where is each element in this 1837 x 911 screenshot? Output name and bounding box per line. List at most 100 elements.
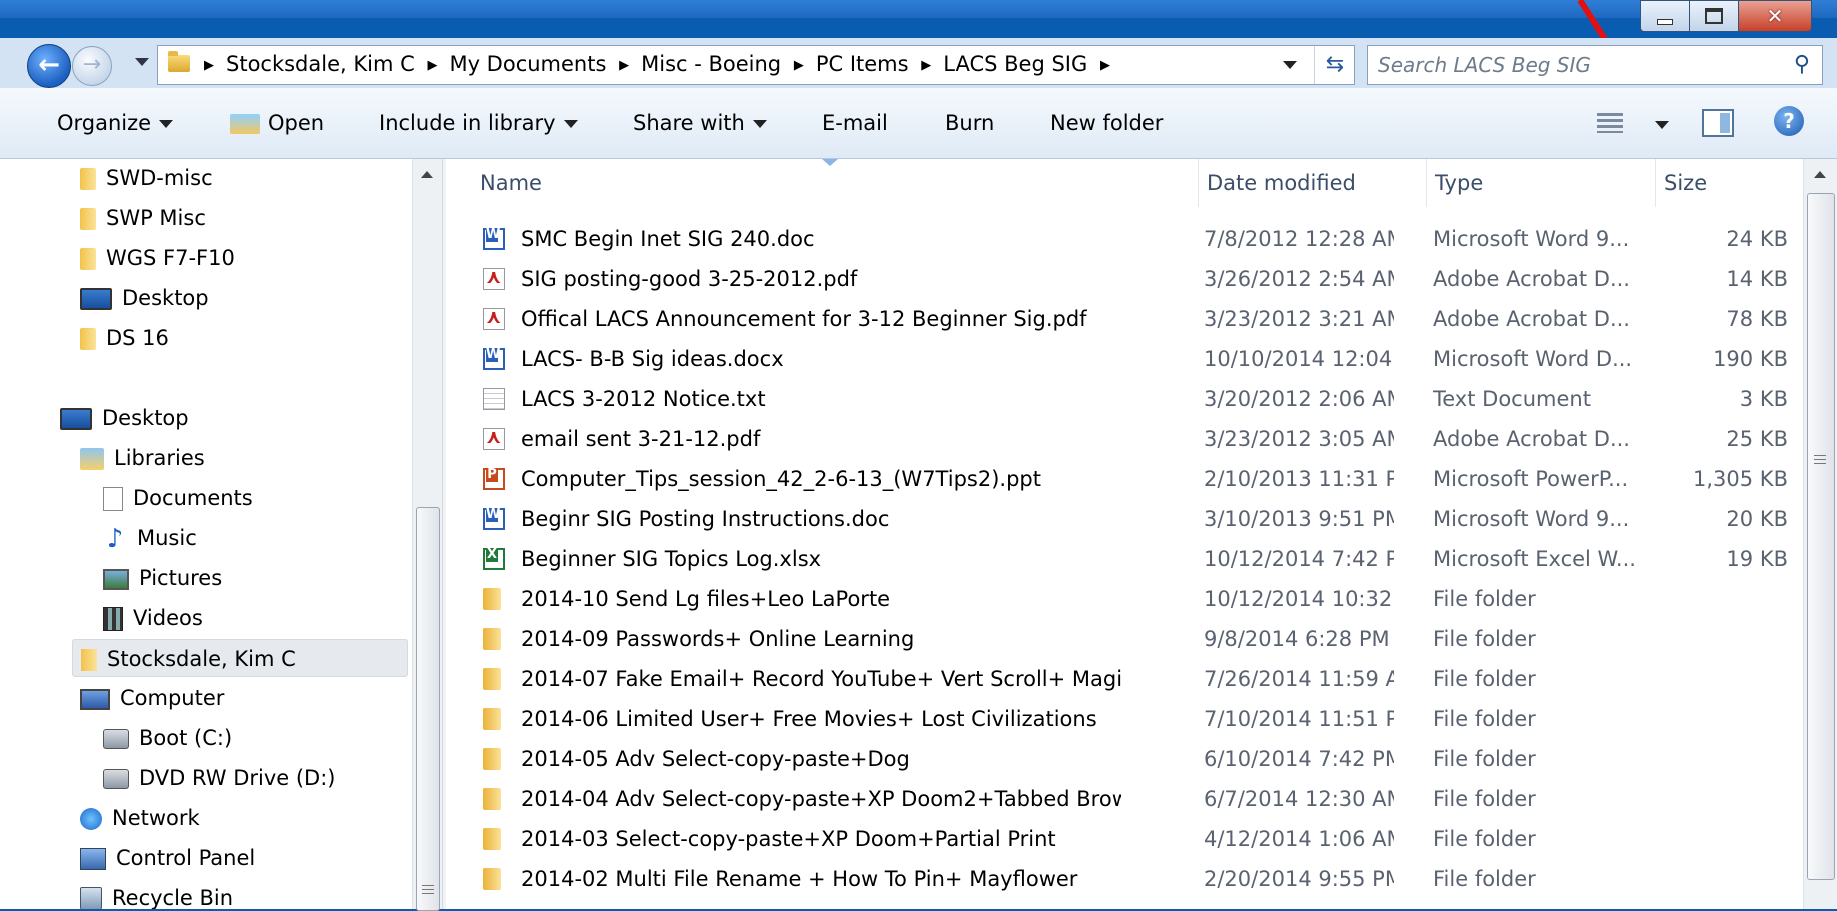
scroll-thumb[interactable] — [416, 507, 440, 911]
column-header-size[interactable]: Size — [1656, 159, 1803, 207]
breadcrumb-item[interactable]: Stocksdale, Kim C — [226, 52, 415, 76]
navigation-pane: SWD-misc SWP Misc WGS F7-F10 Desktop DS … — [0, 159, 412, 909]
scroll-up-icon[interactable] — [1814, 171, 1826, 178]
organize-label: Organize — [57, 111, 152, 135]
file-row[interactable]: Computer_Tips_session_42_2-6-13_(W7Tips2… — [446, 459, 1803, 499]
folder-row[interactable]: 2014-06 Limited User+ Free Movies+ Lost … — [446, 699, 1803, 739]
command-bar: Organize Open Include in library Share w… — [0, 88, 1837, 159]
file-row[interactable]: Beginr SIG Posting Instructions.doc 3/10/… — [446, 499, 1803, 539]
scroll-thumb[interactable] — [1807, 193, 1835, 880]
maximize-button[interactable] — [1689, 0, 1739, 32]
folder-row[interactable]: 2014-07 Fake Email+ Record YouTube+ Vert… — [446, 659, 1803, 699]
preview-pane-icon[interactable] — [1702, 109, 1734, 137]
view-options-dropdown-icon[interactable] — [1655, 121, 1669, 129]
back-button[interactable]: ← — [27, 44, 71, 88]
nav-item[interactable]: Recycle Bin — [80, 879, 233, 909]
address-dropdown-icon[interactable] — [1283, 61, 1297, 69]
sort-indicator-icon — [822, 159, 838, 166]
breadcrumb-separator-icon[interactable]: ▶ — [921, 58, 931, 73]
file-row[interactable]: Offical LACS Announcement for 3-12 Begin… — [446, 299, 1803, 339]
folder-row[interactable]: 2014-04 Adv Select-copy-paste+XP Doom2+T… — [446, 779, 1803, 819]
folder-icon — [483, 708, 501, 730]
file-size: 14 KB — [1726, 267, 1788, 291]
nav-item[interactable]: Desktop — [80, 279, 209, 317]
folder-row[interactable]: 2014-02 Multi File Rename + How To Pin+ … — [446, 859, 1803, 899]
file-list-scrollbar[interactable] — [1803, 159, 1837, 909]
minimize-icon — [1657, 19, 1673, 25]
burn-button[interactable]: Burn — [945, 88, 994, 158]
column-header-date[interactable]: Date modified — [1199, 159, 1427, 207]
folder-row[interactable]: 2014-09 Passwords+ Online Learning 9/8/20… — [446, 619, 1803, 659]
nav-item[interactable]: DS 16 — [80, 319, 169, 357]
nav-item-selected[interactable]: Stocksdale, Kim C — [72, 639, 408, 677]
scroll-grip-icon — [422, 885, 434, 897]
nav-item[interactable]: Network — [80, 799, 200, 837]
breadcrumb-item[interactable]: LACS Beg SIG — [943, 52, 1087, 76]
breadcrumb-item[interactable]: My Documents — [449, 52, 606, 76]
search-input[interactable] — [1376, 50, 1775, 80]
file-date: 10/12/2014 7:42 PM — [1204, 547, 1394, 571]
folder-row[interactable]: 2014-03 Select-copy-paste+XP Doom+Partia… — [446, 819, 1803, 859]
file-size: 24 KB — [1726, 227, 1788, 251]
share-with-menu[interactable]: Share with — [633, 88, 767, 158]
refresh-button[interactable]: ⇆ — [1314, 46, 1355, 84]
file-size: 19 KB — [1726, 547, 1788, 571]
file-row[interactable]: SIG posting-good 3-25-2012.pdf 3/26/2012 … — [446, 259, 1803, 299]
file-name: 2014-03 Select-copy-paste+XP Doom+Partia… — [521, 827, 1056, 851]
minimize-button[interactable] — [1640, 0, 1690, 32]
organize-menu[interactable]: Organize — [57, 88, 174, 158]
breadcrumb-separator-icon[interactable]: ▶ — [794, 58, 804, 73]
folder-icon — [483, 748, 501, 770]
nav-item[interactable]: WGS F7-F10 — [80, 239, 235, 277]
search-icon[interactable]: ⚲ — [1794, 52, 1810, 77]
nav-item[interactable]: ♪ Music — [103, 519, 197, 557]
chevron-down-icon — [563, 120, 578, 128]
nav-item[interactable]: Pictures — [103, 559, 222, 597]
folder-row[interactable]: 2014-10 Send Lg files+Leo LaPorte 10/12/2… — [446, 579, 1803, 619]
folder-icon — [168, 51, 190, 72]
nav-item[interactable]: SWD-misc — [80, 159, 213, 197]
nav-item[interactable]: SWP Misc — [80, 199, 206, 237]
address-bar[interactable]: ▶ Stocksdale, Kim C ▶ My Documents ▶ Misc -… — [157, 45, 1355, 85]
nav-item-label: WGS F7-F10 — [106, 246, 235, 270]
file-row[interactable]: SMC Begin Inet SIG 240.doc 7/8/2012 12:28… — [446, 219, 1803, 259]
nav-item[interactable]: Videos — [103, 599, 203, 637]
nav-scrollbar[interactable] — [412, 159, 443, 911]
folder-icon — [483, 788, 501, 810]
column-header-type[interactable]: Type — [1427, 159, 1656, 207]
file-row[interactable]: email sent 3-21-12.pdf 3/23/2012 3:05 AM A… — [446, 419, 1803, 459]
file-row[interactable]: LACS 3-2012 Notice.txt 3/20/2012 2:06 AM T… — [446, 379, 1803, 419]
new-folder-button[interactable]: New folder — [1050, 88, 1163, 158]
nav-item[interactable]: Documents — [103, 479, 253, 517]
nav-item[interactable]: Computer — [80, 679, 224, 717]
nav-item[interactable]: DVD RW Drive (D:) — [103, 759, 336, 797]
file-row[interactable]: LACS- B-B Sig ideas.docx 10/10/2014 12:04… — [446, 339, 1803, 379]
recent-pages-dropdown[interactable] — [135, 58, 149, 66]
breadcrumb-item[interactable]: PC Items — [816, 52, 909, 76]
share-with-label: Share with — [633, 111, 745, 135]
nav-item[interactable]: Control Panel — [80, 839, 255, 877]
breadcrumb-separator-icon[interactable]: ▶ — [619, 58, 629, 73]
close-button[interactable]: ✕ — [1738, 0, 1812, 32]
file-date: 7/10/2014 11:51 PM — [1204, 707, 1394, 731]
file-name: 2014-04 Adv Select-copy-paste+XP Doom2+T… — [521, 787, 1121, 811]
file-date: 6/10/2014 7:42 PM — [1204, 747, 1394, 771]
email-button[interactable]: E-mail — [822, 88, 888, 158]
help-icon[interactable]: ? — [1774, 106, 1804, 136]
file-row[interactable]: Beginner SIG Topics Log.xlsx 10/12/2014 7… — [446, 539, 1803, 579]
change-view-icon[interactable] — [1597, 113, 1623, 133]
breadcrumb-separator-icon[interactable]: ▶ — [427, 58, 437, 73]
forward-button[interactable]: → — [72, 46, 112, 86]
nav-item[interactable]: Boot (C:) — [103, 719, 232, 757]
search-box[interactable]: ⚲ — [1367, 45, 1823, 85]
nav-item[interactable]: Desktop — [60, 399, 189, 437]
open-button[interactable]: Open — [230, 88, 324, 158]
scroll-up-icon[interactable] — [421, 171, 433, 178]
column-header-name[interactable]: Name — [472, 159, 1199, 207]
folder-row[interactable]: 2014-05 Adv Select-copy-paste+Dog 6/10/20… — [446, 739, 1803, 779]
breadcrumb-separator-icon[interactable]: ▶ — [204, 58, 214, 73]
breadcrumb-item[interactable]: Misc - Boeing — [641, 52, 781, 76]
breadcrumb-separator-icon[interactable]: ▶ — [1100, 58, 1110, 73]
include-in-library-menu[interactable]: Include in library — [379, 88, 578, 158]
nav-item[interactable]: Libraries — [80, 439, 205, 477]
